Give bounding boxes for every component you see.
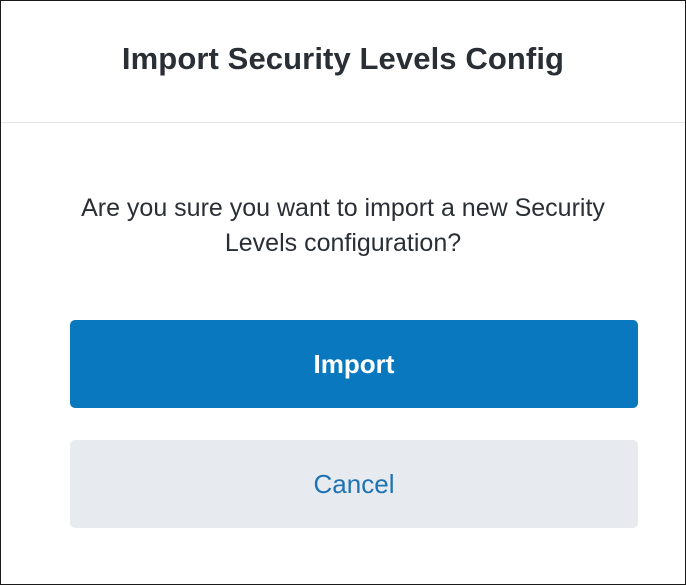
cancel-button[interactable]: Cancel (70, 440, 638, 528)
import-confirm-dialog: Import Security Levels Config Are you su… (0, 0, 686, 585)
cancel-button-label: Cancel (313, 468, 395, 499)
import-button-label: Import (313, 348, 395, 379)
dialog-message: Are you sure you want to import a new Se… (81, 194, 605, 257)
dialog-header: Import Security Levels Config (1, 1, 685, 123)
dialog-title: Import Security Levels Config (121, 40, 565, 76)
import-button[interactable]: Import (70, 320, 638, 408)
